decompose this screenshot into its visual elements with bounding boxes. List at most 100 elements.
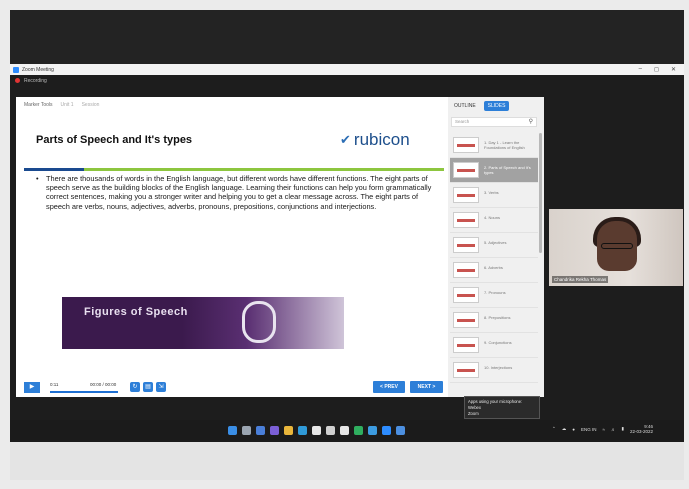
minimize-button[interactable]: – [639,66,642,73]
bullet-icon: • [36,174,39,183]
search-input[interactable]: Search ⚲ [451,117,537,127]
thumbnail-label: 8. Prepositions [484,315,511,320]
thumbnail-label: 10. Interjections [484,365,513,370]
thumbnail-item[interactable]: 8. Prepositions [450,308,538,333]
battery-icon[interactable]: ▮ [622,426,624,432]
clock[interactable]: 9:46 22-03-2022 [630,424,653,434]
screen-bottom-band [10,442,684,480]
replay-icon[interactable]: ↻ [130,382,140,392]
tray-chevron-icon[interactable]: ⌃ [552,426,556,432]
tab-slides[interactable]: SLIDES [483,101,510,111]
breadcrumb-item-3[interactable]: Session [82,102,100,108]
recording-label[interactable]: Recording [24,78,47,84]
thumbnail-image [453,287,479,303]
breadcrumb-item-1[interactable]: Marker Tools [24,102,53,108]
thumbnail-image [453,137,479,153]
thumbnail-item[interactable]: 5. Adjectives [450,233,538,258]
thumbnail-label: 2. Parts of Speech and It's types [484,165,531,175]
panel-tabs: OUTLINE SLIDES [448,101,510,111]
rubicon-logo: ✔ rubicon [340,130,410,150]
thumbnail-item[interactable]: 9. Conjunctions [450,333,538,358]
thumbnail-item[interactable]: 6. Adverbs [450,258,538,283]
search-placeholder: Search [455,119,470,124]
slide-title: Parts of Speech and It's types [36,134,193,146]
microphone-icon [242,301,276,343]
volume-icon[interactable]: ♬ [611,427,616,432]
thumbnail-label: 1. Day 1 - Learn the Foundations of Engl… [484,140,525,150]
screen-top-band [10,10,684,64]
slide: Parts of Speech and It's types ✔ rubicon… [24,122,444,377]
thumbnail-image [453,262,479,278]
participant-video[interactable]: Chandrika Rekha Thomas [549,209,683,286]
app-icon-2[interactable] [340,426,349,435]
start-icon[interactable] [228,426,237,435]
slide-thumbnails: 1. Day 1 - Learn the Foundations of Engl… [450,133,538,388]
thumbnail-image [453,237,479,253]
cloud-icon[interactable]: ☁ [562,426,567,432]
play-button[interactable]: ▶ [24,382,40,393]
thumbnail-label: 5. Adjectives [484,240,507,245]
file-explorer-icon[interactable] [284,426,293,435]
slides-panel: OUTLINE SLIDES Search ⚲ 1. Day 1 - Learn… [448,97,544,397]
window-controls: – ◻ ✕ [639,66,684,73]
slide-bullet: • There are thousands of words in the En… [36,174,436,211]
thumbnail-item[interactable]: 7. Pronouns [450,283,538,308]
thumbnail-label: 7. Pronouns [484,290,506,295]
thumbnail-label: 9. Conjunctions [484,340,512,345]
chrome-icon[interactable] [368,426,377,435]
thumbnail-item[interactable]: 10. Interjections [450,358,538,383]
breadcrumb: Marker Tools Unit 1 Session [24,102,99,108]
shared-content: Marker Tools Unit 1 Session Parts of Spe… [16,97,544,397]
breadcrumb-item-2[interactable]: Unit 1 [61,102,74,108]
thumbnail-label: 4. Nouns [484,215,501,220]
participant-glasses [601,243,633,249]
thumbnail-label: 6. Adverbs [484,265,503,270]
progress-bar[interactable] [50,391,118,393]
panel-scrollbar[interactable] [539,133,542,253]
windows-taskbar: ⌃ ☁ ● ENG IN ≈ ♬ ▮ 9:46 22-03-2022 [10,420,684,442]
thumbnail-item-active[interactable]: 2. Parts of Speech and It's types [450,158,538,183]
task-view-icon[interactable] [256,426,265,435]
search-taskbar-icon[interactable] [242,426,251,435]
mic-tray-icon[interactable]: ● [572,427,575,432]
thumbnail-image [453,362,479,378]
figures-of-speech-image: Figures of Speech [62,297,344,349]
app-icon-3[interactable] [354,426,363,435]
participant-name: Chandrika Rekha Thomas [552,276,609,283]
thumbnail-label: 3. Verbs [484,190,499,195]
thumbnail-item[interactable]: 3. Verbs [450,183,538,208]
thumbnail-item[interactable]: 4. Nouns [450,208,538,233]
close-button[interactable]: ✕ [671,66,676,73]
app-icon[interactable] [326,426,335,435]
zoom-taskbar-icon[interactable] [382,426,391,435]
edge-icon[interactable] [298,426,307,435]
teams-icon[interactable] [270,426,279,435]
thumbnail-image [453,212,479,228]
current-time: 0:11 [50,382,59,387]
wifi-icon[interactable]: ≈ [603,427,605,432]
figure-text: Figures of Speech [84,306,188,318]
tooltip-line-3: Zoom [468,411,479,416]
divider-blue [24,168,84,171]
slide-body-text: There are thousands of words in the Engl… [46,174,432,211]
thumbnail-item[interactable]: 1. Day 1 - Learn the Foundations of Engl… [450,133,538,158]
divider-green [84,168,444,171]
tab-outline[interactable]: OUTLINE [450,101,480,111]
webex-icon[interactable] [396,426,405,435]
window-title: Zoom Meeting [22,66,54,73]
captions-icon[interactable]: ▤ [143,382,153,392]
zoom-window: Zoom Meeting – ◻ ✕ Recording Marker Tool… [10,64,684,420]
player-controls: ▶ 0:11 00:00 / 00:00 ↻ ▤ ⇲ < PREV NEXT > [18,379,443,395]
language-indicator[interactable]: ENG IN [581,427,597,432]
prev-button[interactable]: < PREV [373,381,405,393]
recording-bar: Recording [10,75,684,86]
next-button[interactable]: NEXT > [410,381,443,393]
thumbnail-image [453,187,479,203]
fullscreen-icon[interactable]: ⇲ [156,382,166,392]
maximize-button[interactable]: ◻ [654,66,659,73]
store-icon[interactable] [312,426,321,435]
recording-dot-icon [15,78,20,83]
thumbnail-image [453,312,479,328]
microphone-tooltip: Apps using your microphone: Webex Zoom [464,396,540,419]
search-icon[interactable]: ⚲ [529,118,533,126]
